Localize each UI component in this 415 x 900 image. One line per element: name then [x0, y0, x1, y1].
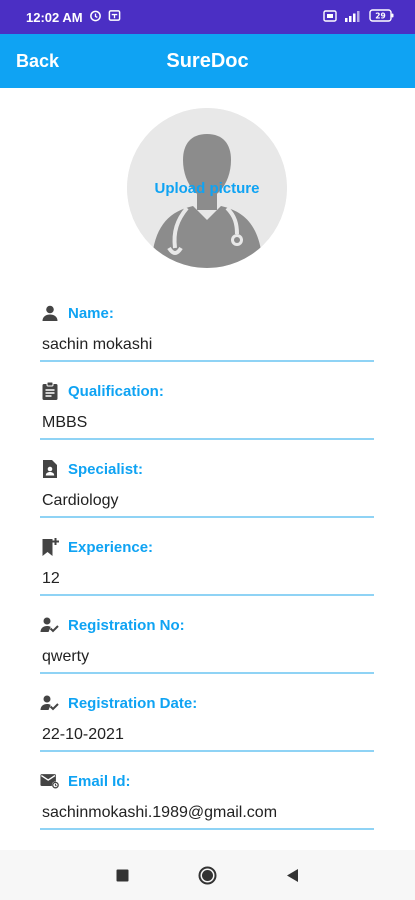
person-icon — [40, 303, 60, 323]
registration-no-label: Registration No: — [68, 616, 185, 634]
qualification-field: Qualification: — [40, 380, 374, 440]
experience-field: Experience: — [40, 536, 374, 596]
registration-date-label: Registration Date: — [68, 694, 198, 712]
specialist-label: Specialist: — [68, 460, 144, 478]
specialist-label-row: Specialist: — [40, 458, 374, 480]
email-field: Email Id: — [40, 770, 374, 830]
qualification-input[interactable] — [40, 408, 374, 440]
specialist-field: Specialist: — [40, 458, 374, 518]
status-left: 12:02 AM — [26, 9, 121, 25]
home-icon[interactable] — [198, 866, 217, 890]
battery-icon: 29 — [369, 9, 395, 25]
status-bar: 12:02 AM 29 — [0, 0, 415, 34]
specialist-input[interactable] — [40, 486, 374, 518]
experience-label: Experience: — [68, 538, 154, 556]
profile-form: Upload picture Name: Qualification: Spec… — [0, 88, 415, 850]
clipboard-icon — [40, 381, 60, 401]
signal-icon — [343, 10, 363, 25]
id-card-icon — [40, 459, 60, 479]
back-button[interactable]: Back — [16, 51, 59, 72]
battery-level: 29 — [375, 12, 385, 21]
status-time: 12:02 AM — [26, 9, 83, 25]
email-input[interactable] — [40, 798, 374, 830]
recents-icon[interactable] — [116, 869, 129, 887]
registration-no-field: Registration No: — [40, 614, 374, 674]
status-right: 29 — [323, 9, 395, 25]
upload-picture-label[interactable]: Upload picture — [127, 180, 287, 197]
name-input[interactable] — [40, 330, 374, 362]
profile-picture[interactable]: Upload picture — [127, 108, 287, 268]
alarm-icon — [89, 9, 102, 25]
system-nav-bar — [0, 850, 415, 900]
registration-date-field: Registration Date: — [40, 692, 374, 752]
mail-icon — [40, 771, 60, 791]
bookmark-add-icon — [40, 537, 60, 557]
person-check-icon — [40, 693, 60, 713]
qualification-label: Qualification: — [68, 382, 164, 400]
registration-date-input[interactable] — [40, 720, 374, 752]
back-nav-icon[interactable] — [286, 868, 299, 888]
app-bar: Back SureDoc — [0, 34, 415, 88]
name-label-row: Name: — [40, 302, 374, 324]
name-field: Name: — [40, 302, 374, 362]
email-label-row: Email Id: — [40, 770, 374, 792]
experience-input[interactable] — [40, 564, 374, 596]
registration-no-label-row: Registration No: — [40, 614, 374, 636]
name-label: Name: — [68, 304, 114, 322]
experience-label-row: Experience: — [40, 536, 374, 558]
sim-icon — [323, 9, 337, 25]
app-title: SureDoc — [166, 49, 249, 72]
registration-no-input[interactable] — [40, 642, 374, 674]
registration-date-label-row: Registration Date: — [40, 692, 374, 714]
person-check-icon — [40, 615, 60, 635]
notification-icon — [108, 9, 121, 25]
qualification-label-row: Qualification: — [40, 380, 374, 402]
email-label: Email Id: — [68, 772, 131, 790]
